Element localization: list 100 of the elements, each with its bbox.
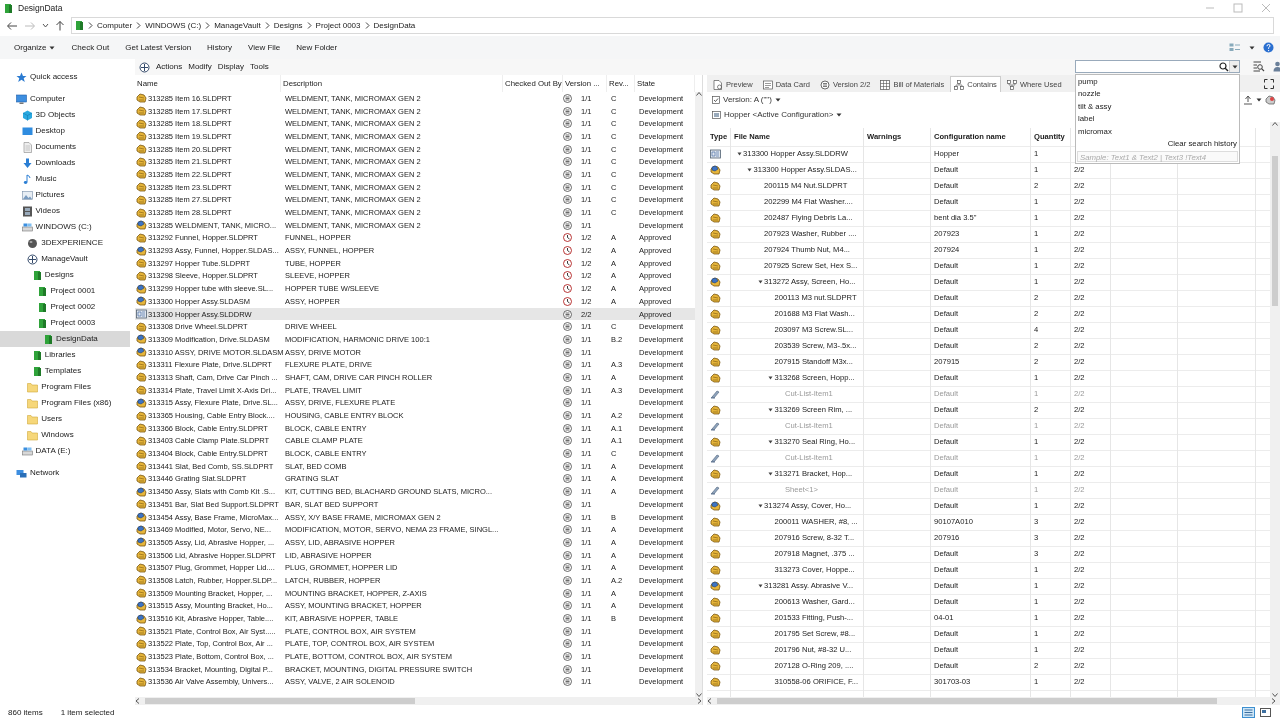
chevron-down-icon[interactable] (42, 23, 49, 28)
toolbar-button[interactable]: Get Latest Version (117, 39, 200, 56)
hierarchy-icon (1006, 79, 1017, 90)
nav-item[interactable]: Videos (0, 203, 130, 219)
nav-label: WINDOWS (C:) (35, 222, 92, 232)
nav-label: Project 0003 (50, 318, 96, 328)
nav-item[interactable]: 3D Objects (0, 107, 130, 123)
chevron-right-icon (306, 22, 312, 29)
caret-icon[interactable] (774, 97, 781, 102)
toolbar-button[interactable]: Check Out (63, 39, 118, 56)
chevron-right-icon (136, 22, 142, 29)
breadcrumb-link[interactable]: DesignData (373, 20, 416, 31)
toolbar-button[interactable]: New Folder (288, 39, 346, 56)
assembly-icon (710, 165, 721, 175)
part-icon (136, 626, 147, 637)
caret-icon[interactable] (1231, 64, 1238, 69)
part-icon (136, 473, 147, 484)
scroll-up-icon (1272, 122, 1278, 126)
menu-item[interactable]: Modify (188, 62, 212, 72)
vertical-scrollbar[interactable] (695, 92, 702, 697)
part-icon (136, 372, 147, 383)
checkbox-icon (712, 95, 720, 104)
collapse-caret-icon[interactable] (757, 504, 763, 508)
nav-item[interactable]: Templates (0, 363, 130, 379)
nav-item[interactable]: Pictures (0, 187, 130, 203)
breadcrumb-link[interactable]: Computer (97, 20, 133, 31)
horizontal-scrollbar[interactable] (707, 697, 1280, 705)
menu-item[interactable]: Actions (156, 62, 183, 72)
large-icons-view-icon[interactable] (1259, 707, 1272, 718)
collapse-caret-icon[interactable] (757, 584, 763, 588)
breadcrumb-link[interactable]: Project 0003 (315, 20, 361, 31)
nav-item[interactable]: Users (0, 411, 130, 427)
toolbar-button[interactable]: Organize (6, 39, 64, 56)
search-icon (1219, 61, 1229, 72)
nav-item[interactable]: Quick access (0, 69, 130, 85)
nav-item[interactable]: Project 0002 (0, 299, 130, 315)
folder-icon (27, 429, 39, 441)
breadcrumb-link[interactable]: ManageVault (214, 20, 261, 31)
part-icon (136, 664, 147, 675)
nav-item[interactable]: Computer (0, 91, 130, 107)
part-icon (710, 645, 721, 655)
toolbar-button[interactable]: View File (240, 39, 289, 56)
menu-item[interactable]: Display (217, 62, 245, 72)
details-view-icon[interactable] (1242, 707, 1255, 718)
part-icon (136, 651, 147, 662)
nav-item[interactable]: Project 0003 (0, 315, 130, 331)
collapse-caret-icon[interactable] (768, 376, 773, 380)
chevron-right-icon (88, 22, 93, 29)
nav-item[interactable]: Libraries (0, 347, 130, 363)
nav-item[interactable]: Program Files (0, 379, 130, 395)
menu-item[interactable]: Tools (250, 62, 269, 72)
nav-item[interactable]: DesignData (0, 331, 130, 347)
collapse-caret-icon[interactable] (736, 152, 742, 156)
nav-item[interactable]: Desktop (0, 123, 130, 139)
nav-item[interactable]: DATA (E:) (0, 443, 130, 459)
breadcrumb-link[interactable]: WINDOWS (C:) (145, 20, 202, 31)
back-arrow-icon[interactable] (6, 20, 18, 31)
nav-label: Project 0001 (50, 286, 96, 296)
export-icon[interactable] (1243, 94, 1253, 105)
caret-icon[interactable] (1249, 45, 1255, 50)
fullscreen-icon[interactable] (1264, 79, 1274, 89)
collapse-caret-icon[interactable] (768, 472, 773, 476)
collapse-caret-icon[interactable] (757, 280, 763, 284)
horizontal-scrollbar[interactable] (135, 697, 702, 705)
assembly-icon (136, 486, 147, 497)
nav-item[interactable]: ManageVault (0, 251, 130, 267)
assembly-icon (136, 524, 147, 535)
caret-icon[interactable] (836, 112, 843, 117)
search-results-icon[interactable] (1253, 61, 1265, 72)
nav-item[interactable]: WINDOWS (C:) (0, 219, 130, 235)
nav-item[interactable]: Music (0, 171, 130, 187)
breadcrumb-link[interactable]: Designs (273, 20, 303, 31)
nav-item[interactable]: 3DEXPERIENCE (0, 235, 130, 251)
nav-item[interactable]: Documents (0, 139, 130, 155)
nav-item[interactable]: Downloads (0, 155, 130, 171)
nav-item[interactable]: Network (0, 465, 130, 481)
up-arrow-icon[interactable] (55, 20, 65, 31)
sphere-icon (27, 237, 39, 249)
assembly-settings-icon[interactable] (1265, 94, 1276, 105)
part-icon (136, 588, 147, 599)
nav-label: Libraries (44, 350, 76, 360)
vertical-scrollbar[interactable] (1270, 122, 1280, 697)
configuration-selector[interactable]: Hopper <Active Configuration> (724, 109, 834, 120)
nav-item[interactable]: Project 0001 (0, 283, 130, 299)
vault-folder-icon (32, 269, 42, 281)
search-field[interactable] (1075, 60, 1240, 73)
scroll-up-icon (695, 92, 702, 96)
collapse-caret-icon[interactable] (768, 408, 773, 412)
nav-item[interactable]: Designs (0, 267, 130, 283)
caret-icon[interactable] (1256, 97, 1262, 102)
collapse-caret-icon[interactable] (768, 440, 773, 444)
nav-item[interactable]: Program Files (x86) (0, 395, 130, 411)
part-icon (136, 550, 147, 561)
nav-item[interactable]: Windows (0, 427, 130, 443)
version-selector[interactable]: Version: A ("") (723, 94, 772, 105)
toolbar-button[interactable]: History (199, 39, 240, 56)
help-icon[interactable] (1263, 42, 1274, 53)
assembly-icon (136, 296, 147, 307)
collapse-caret-icon[interactable] (747, 168, 752, 172)
person-icon[interactable] (1273, 61, 1280, 72)
